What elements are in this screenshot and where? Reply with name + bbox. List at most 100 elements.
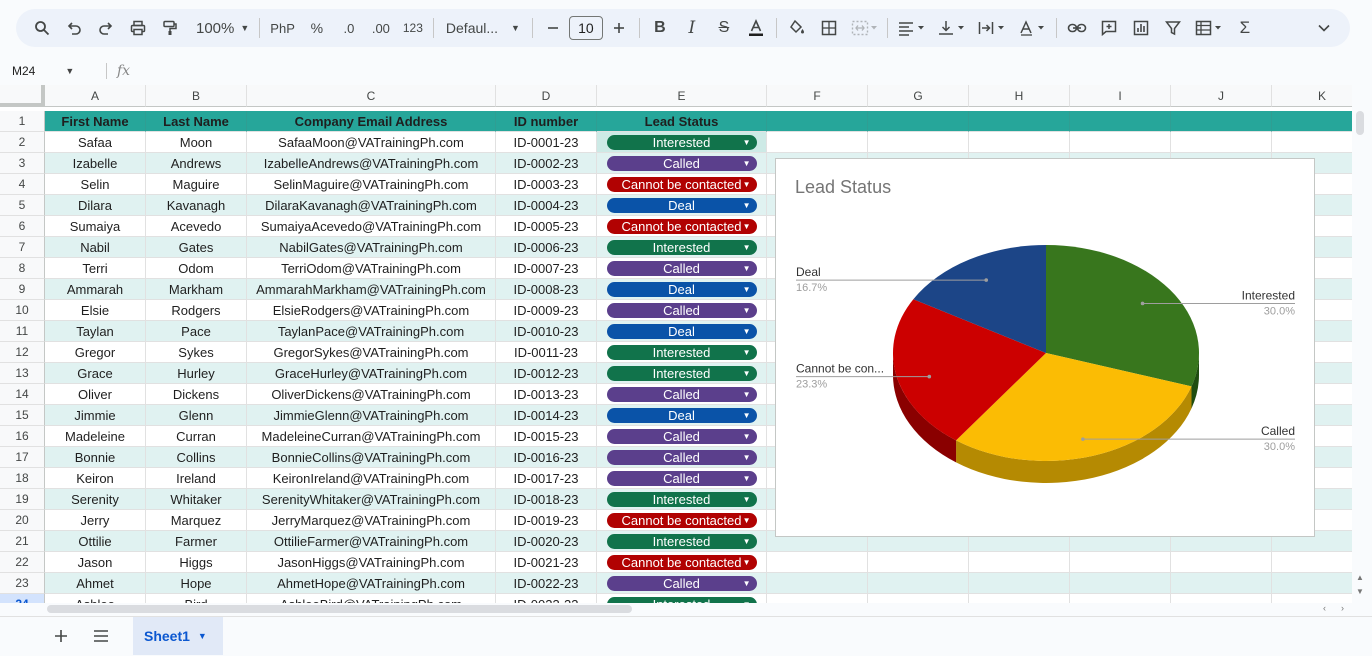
print-icon[interactable] (124, 14, 152, 42)
lead-status-cell[interactable]: Deal ▼ (597, 321, 767, 342)
last-name-cell[interactable]: Kavanagh (146, 195, 247, 216)
last-name-cell[interactable]: Moon (146, 132, 247, 153)
row-header-12[interactable]: 12 (0, 342, 45, 363)
chevron-down-icon[interactable]: ▼ (743, 303, 751, 318)
id-number-cell[interactable]: ID-0009-23 (496, 300, 597, 321)
email-cell[interactable]: NabilGates@VATrainingPh.com (247, 237, 496, 258)
last-name-cell[interactable]: Dickens (146, 384, 247, 405)
id-number-cell[interactable]: ID-0006-23 (496, 237, 597, 258)
all-sheets-menu-icon[interactable] (90, 625, 112, 647)
id-number-cell[interactable]: ID-0023-23 (496, 594, 597, 603)
email-cell[interactable]: OliverDickens@VATrainingPh.com (247, 384, 496, 405)
empty-cell[interactable] (767, 132, 868, 153)
status-chip[interactable]: Deal ▼ (606, 407, 757, 423)
column-header-e[interactable]: E (597, 85, 767, 107)
column-title-cell[interactable]: ID number (496, 111, 597, 132)
status-chip[interactable]: Called ▼ (606, 155, 757, 171)
empty-cell[interactable] (868, 132, 969, 153)
empty-cell[interactable] (1171, 111, 1272, 132)
text-wrapping-icon[interactable] (974, 14, 1010, 42)
row-header-17[interactable]: 17 (0, 447, 45, 468)
empty-cell[interactable] (868, 111, 969, 132)
empty-cell[interactable] (969, 573, 1070, 594)
lead-status-cell[interactable]: Deal ▼ (597, 279, 767, 300)
email-cell[interactable]: DilaraKavanagh@VATrainingPh.com (247, 195, 496, 216)
last-name-cell[interactable]: Hope (146, 573, 247, 594)
empty-cell[interactable] (1272, 573, 1352, 594)
email-cell[interactable]: TaylanPace@VATrainingPh.com (247, 321, 496, 342)
column-header-h[interactable]: H (969, 85, 1070, 107)
column-header-k[interactable]: K (1272, 85, 1352, 107)
row-header-13[interactable]: 13 (0, 363, 45, 384)
lead-status-cell[interactable]: Interested ▼ (597, 132, 767, 153)
status-chip[interactable]: Interested ▼ (606, 239, 757, 255)
first-name-cell[interactable]: Taylan (45, 321, 146, 342)
row-header-15[interactable]: 15 (0, 405, 45, 426)
empty-cell[interactable] (1171, 552, 1272, 573)
chevron-down-icon[interactable]: ▼ (743, 471, 751, 486)
chevron-down-icon[interactable]: ▼ (743, 156, 751, 171)
id-number-cell[interactable]: ID-0017-23 (496, 468, 597, 489)
status-chip[interactable]: Cannot be contacted ▼ (606, 176, 757, 192)
format-currency-button[interactable]: PhP (266, 14, 299, 42)
font-family-select[interactable]: Defaul... ▼ (440, 14, 526, 42)
row-header-21[interactable]: 21 (0, 531, 45, 552)
lead-status-cell[interactable]: Called ▼ (597, 468, 767, 489)
name-box[interactable]: M24 ▼ (0, 60, 100, 82)
row-header-8[interactable]: 8 (0, 258, 45, 279)
filter-icon[interactable] (1159, 14, 1187, 42)
decrease-decimal-button[interactable]: .0 (335, 14, 363, 42)
chevron-down-icon[interactable]: ▼ (743, 555, 751, 570)
status-chip[interactable]: Deal ▼ (606, 323, 757, 339)
first-name-cell[interactable]: Jason (45, 552, 146, 573)
row-header-6[interactable]: 6 (0, 216, 45, 237)
chevron-down-icon[interactable]: ▼ (743, 429, 751, 444)
last-name-cell[interactable]: Andrews (146, 153, 247, 174)
first-name-cell[interactable]: Ahmet (45, 573, 146, 594)
horizontal-scrollbar[interactable]: ‹ › (45, 603, 1353, 615)
sheet-tab-sheet1[interactable]: Sheet1 ▼ (133, 617, 223, 655)
last-name-cell[interactable]: Higgs (146, 552, 247, 573)
empty-cell[interactable] (767, 594, 868, 603)
first-name-cell[interactable]: Jimmie (45, 405, 146, 426)
first-name-cell[interactable]: Keiron (45, 468, 146, 489)
chevron-down-icon[interactable]: ▼ (743, 513, 751, 528)
row-header-7[interactable]: 7 (0, 237, 45, 258)
lead-status-cell[interactable]: Deal ▼ (597, 195, 767, 216)
empty-cell[interactable] (1070, 594, 1171, 603)
first-name-cell[interactable]: Gregor (45, 342, 146, 363)
email-cell[interactable]: JasonHiggs@VATrainingPh.com (247, 552, 496, 573)
chevron-down-icon[interactable]: ▼ (743, 261, 751, 276)
chevron-down-icon[interactable]: ▼ (743, 135, 751, 150)
row-header-24[interactable]: 24 (0, 594, 45, 603)
empty-cell[interactable] (1171, 594, 1272, 603)
column-header-a[interactable]: A (45, 85, 146, 107)
email-cell[interactable]: IzabelleAndrews@VATrainingPh.com (247, 153, 496, 174)
row-header-22[interactable]: 22 (0, 552, 45, 573)
first-name-cell[interactable]: Ottilie (45, 531, 146, 552)
more-toolbar-chevron-icon[interactable] (1310, 14, 1338, 42)
empty-cell[interactable] (1171, 132, 1272, 153)
last-name-cell[interactable]: Farmer (146, 531, 247, 552)
merge-cells-icon[interactable] (847, 14, 881, 42)
id-number-cell[interactable]: ID-0015-23 (496, 426, 597, 447)
lead-status-cell[interactable]: Interested ▼ (597, 531, 767, 552)
filter-views-icon[interactable] (1191, 14, 1227, 42)
empty-cell[interactable] (767, 111, 868, 132)
id-number-cell[interactable]: ID-0001-23 (496, 132, 597, 153)
first-name-cell[interactable]: Terri (45, 258, 146, 279)
id-number-cell[interactable]: ID-0013-23 (496, 384, 597, 405)
email-cell[interactable]: JerryMarquez@VATrainingPh.com (247, 510, 496, 531)
empty-cell[interactable] (868, 594, 969, 603)
horizontal-align-icon[interactable] (894, 14, 930, 42)
lead-status-pie-chart[interactable]: Lead Status Interested 30.0% Called 30.0% Ca… (775, 158, 1315, 537)
empty-cell[interactable] (1272, 594, 1352, 603)
empty-cell[interactable] (969, 594, 1070, 603)
lead-status-cell[interactable]: Called ▼ (597, 384, 767, 405)
empty-cell[interactable] (1070, 552, 1171, 573)
chevron-down-icon[interactable]: ▼ (743, 345, 751, 360)
id-number-cell[interactable]: ID-0007-23 (496, 258, 597, 279)
first-name-cell[interactable]: Izabelle (45, 153, 146, 174)
lead-status-cell[interactable]: Called ▼ (597, 300, 767, 321)
last-name-cell[interactable]: Acevedo (146, 216, 247, 237)
